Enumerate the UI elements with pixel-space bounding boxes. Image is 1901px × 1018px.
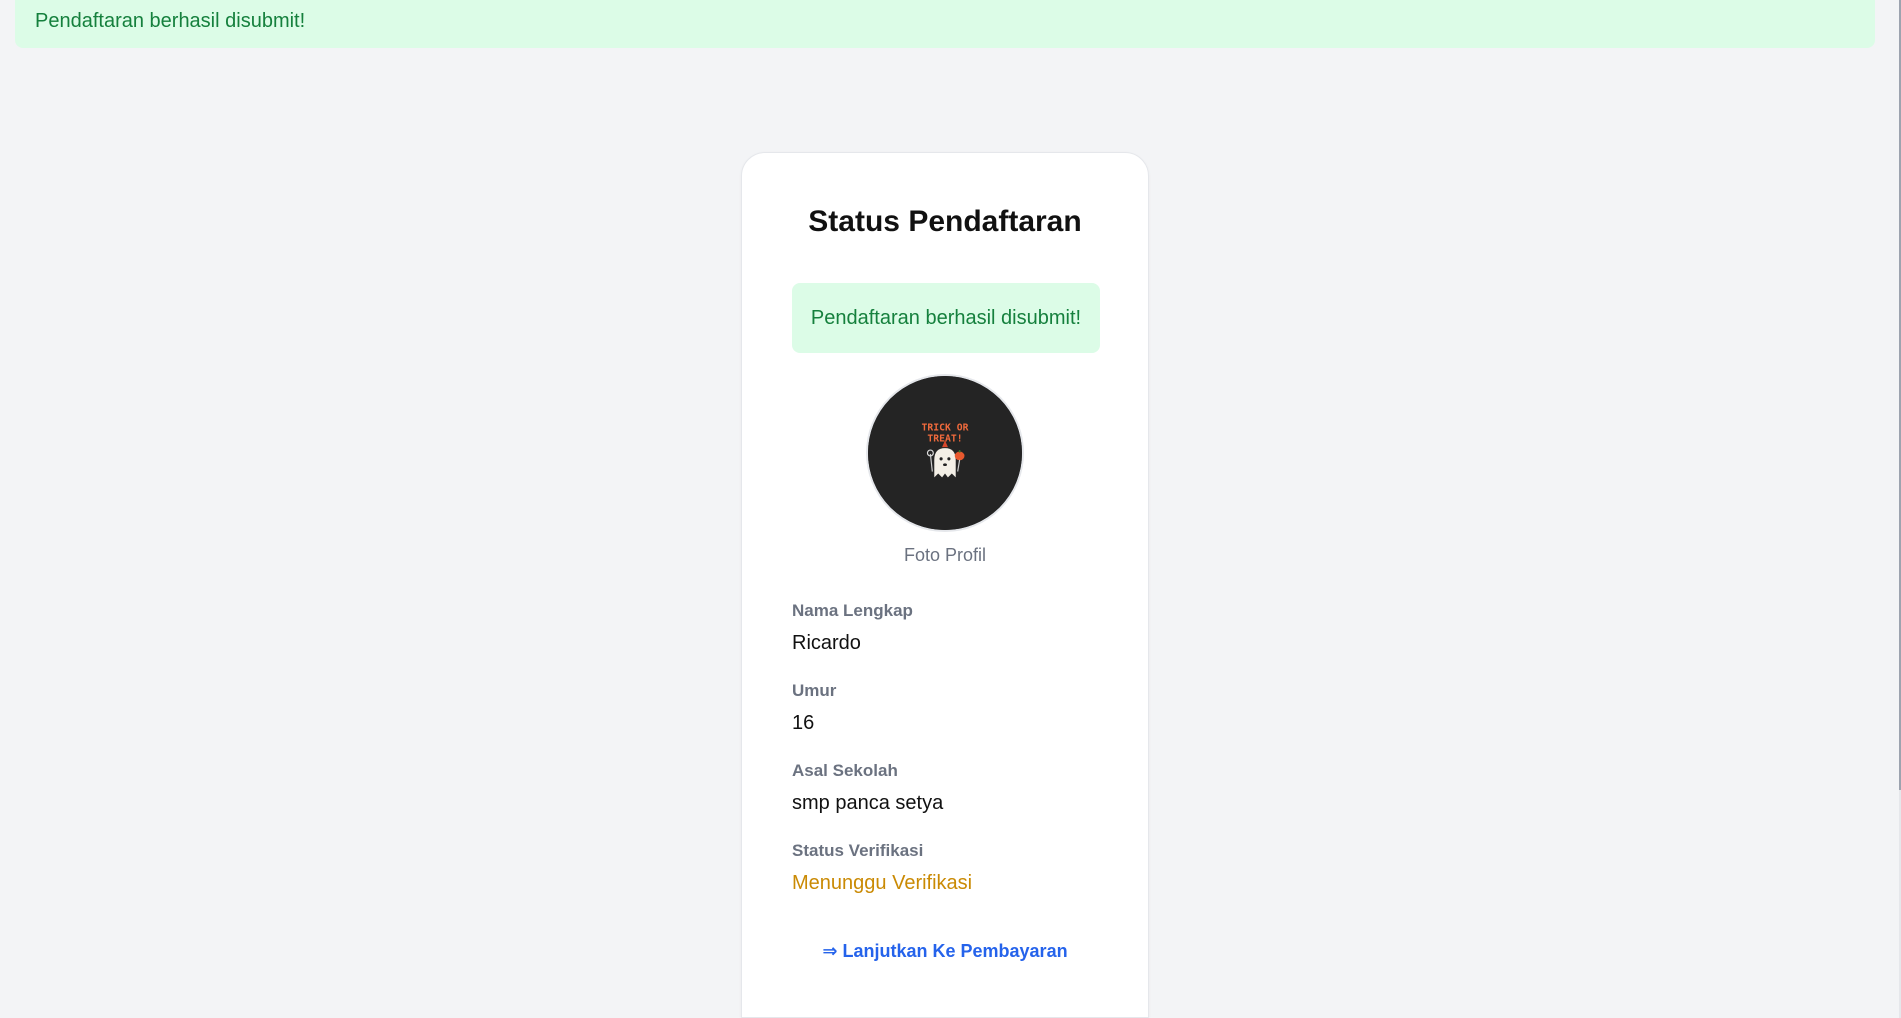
profile-photo: TRICK OR TREAT!	[866, 374, 1024, 532]
field-label: Nama Lengkap	[792, 601, 913, 620]
success-alert-message: Pendaftaran berhasil disubmit!	[810, 306, 1082, 329]
field-verification-status: Status Verifikasi Menunggu Verifikasi	[792, 840, 1102, 896]
verification-status-value: Menunggu Verifikasi	[792, 872, 973, 894]
field-age: Umur 16	[792, 680, 1102, 736]
card-title: Status Pendaftaran	[808, 205, 1082, 238]
field-value: Ricardo	[792, 632, 861, 654]
registration-status-card: Status Pendaftaran Pendaftaran berhasil …	[741, 152, 1149, 1018]
field-full-name: Nama Lengkap Ricardo	[792, 600, 1102, 656]
field-label: Umur	[792, 681, 837, 700]
page: Pendaftaran berhasil disubmit! Status Pe…	[0, 0, 1901, 1018]
field-value: 16	[792, 712, 815, 734]
photo-text-line-1: TRICK OR	[922, 423, 969, 434]
flash-success-message: Pendaftaran berhasil disubmit!	[35, 9, 306, 32]
field-label: Status Verifikasi	[792, 841, 924, 860]
profile-photo-caption: Foto Profil	[903, 545, 987, 565]
field-value: smp panca setya	[792, 792, 944, 814]
flash-success-banner: Pendaftaran berhasil disubmit!	[15, 0, 1875, 48]
continue-to-payment-link[interactable]: ⇒ Lanjutkan Ke Pembayaran	[742, 941, 1148, 962]
success-alert: Pendaftaran berhasil disubmit!	[792, 283, 1100, 353]
field-label: Asal Sekolah	[792, 761, 898, 780]
field-school: Asal Sekolah smp panca setya	[792, 760, 1102, 816]
